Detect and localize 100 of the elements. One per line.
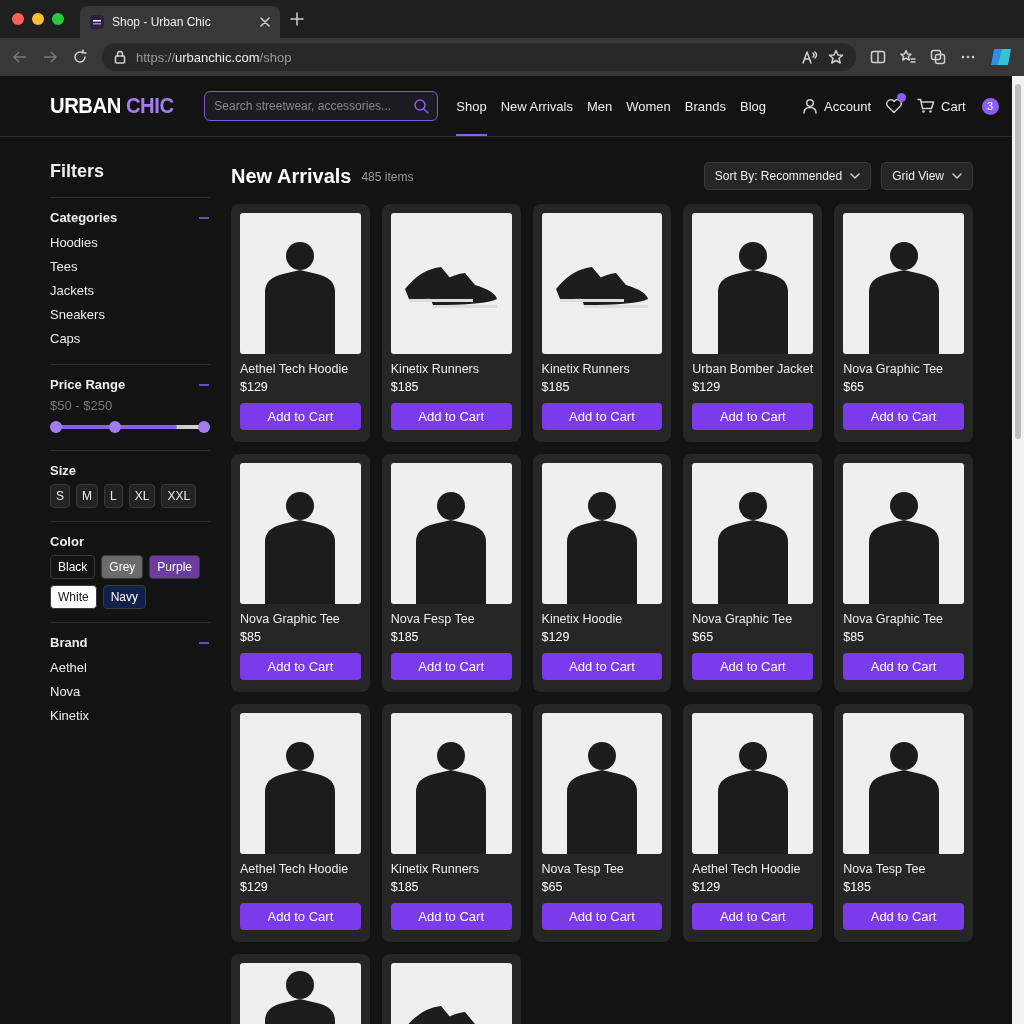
close-icon[interactable] [260,17,270,27]
nav-link[interactable]: New Arrivals [500,76,573,136]
add-to-cart-button[interactable]: Add to Cart [390,403,512,430]
filter-heading: Color [50,534,84,549]
heart-icon[interactable] [885,98,904,114]
add-to-cart-button[interactable]: Add to Cart [240,903,361,930]
filter-option[interactable]: Hoodies [50,231,210,255]
filter-heading: Brand [50,635,88,650]
product-price: $185 [390,880,420,894]
add-to-cart-button[interactable]: Add to Cart [541,403,663,430]
new-tab-icon[interactable] [290,12,304,26]
product-name: Kinetix Runners [541,362,631,376]
logo-text[interactable]: URBAN CHIC [50,93,174,119]
cart-link[interactable]: Cart [917,98,966,114]
color-option[interactable]: Purple [149,555,201,579]
search-field[interactable]: Search streetwear, accessories... [204,91,439,121]
filters-title: Filters [50,161,106,182]
price-slider-track[interactable] [50,421,210,433]
color-option[interactable]: Grey [101,555,144,579]
scrollbar[interactable] [1012,76,1024,1024]
color-option[interactable]: White [50,585,97,609]
product-price: $129 [541,630,571,644]
add-to-cart-button[interactable]: Add to Cart [843,903,964,930]
add-to-cart-button[interactable]: Add to Cart [541,653,663,680]
nav-link[interactable]: Women [626,76,671,136]
forward-icon[interactable] [42,49,58,65]
product-price: $129 [240,880,269,894]
filter-option[interactable]: Sneakers [50,303,210,327]
product-name: Nova Graphic Tee [240,612,341,626]
product-name: Kinetix Hoodie [541,612,624,626]
slider-handle[interactable] [50,421,62,433]
cart-icon [917,98,936,114]
favorite-star-icon[interactable] [828,49,844,65]
filter-option[interactable]: Aethel [50,656,210,680]
product-name: Nova Tesp Tee [541,862,625,876]
read-aloud-icon[interactable] [802,50,818,64]
color-option[interactable]: Black [50,555,96,579]
nav-link[interactable]: Blog [740,76,767,136]
close-window-icon[interactable] [12,13,24,25]
filter-heading: Price Range [50,377,126,392]
filter-option[interactable]: Jackets [50,279,210,303]
favicon-icon [90,15,104,29]
nav-link[interactable]: Men [586,76,613,136]
size-option[interactable]: XL [128,484,156,508]
lock-icon [114,50,126,64]
product-name: Kinetix Runners [390,362,480,376]
browser-tab[interactable]: Shop - Urban Chic [80,6,280,38]
add-to-cart-button[interactable]: Add to Cart [692,403,814,430]
product-price: $65 [541,880,564,894]
assistant-logo-icon[interactable] [990,46,1012,68]
color-option[interactable]: Navy [102,585,147,609]
product-price: $129 [240,380,269,394]
add-to-cart-button[interactable]: Add to Cart [390,653,512,680]
split-screen-icon[interactable] [870,49,886,65]
add-to-cart-button[interactable]: Add to Cart [843,403,964,430]
back-icon[interactable] [12,49,28,65]
sort-dropdown[interactable]: Sort By: Recommended [703,162,872,190]
item-count: 485 items [361,170,414,184]
add-to-cart-button[interactable]: Add to Cart [541,903,663,930]
product-name: Kinetix Runners [390,862,480,876]
add-to-cart-button[interactable]: Add to Cart [692,653,814,680]
minimize-window-icon[interactable] [32,13,44,25]
view-dropdown[interactable]: Grid View [881,162,973,190]
add-to-cart-button[interactable]: Add to Cart [843,653,964,680]
reload-icon[interactable] [72,49,88,65]
account-link[interactable]: Account [802,98,872,114]
filter-heading: Categories [50,210,118,225]
product-price: $129 [692,880,722,894]
add-to-cart-button[interactable]: Add to Cart [692,903,814,930]
notification-dot [897,93,907,102]
size-option[interactable]: L [104,484,123,508]
slider-handle[interactable] [109,421,122,433]
product-name: Aethel Tech Hoodie [240,362,350,376]
person-icon [802,98,819,114]
collections-icon[interactable] [930,49,946,65]
product-name: Nova Graphic Tee [692,612,794,626]
filter-option[interactable]: Kinetix [50,704,210,728]
size-option[interactable]: XXL [161,484,197,508]
price-range-text: $50 - $250 [50,398,114,413]
filter-option[interactable]: Caps [50,327,210,351]
search-icon[interactable] [413,98,430,114]
slider-handle[interactable] [198,421,210,433]
maximize-window-icon[interactable] [52,13,64,25]
product-name: Aethel Tech Hoodie [692,862,802,876]
product-price: $65 [843,380,866,394]
add-to-cart-button[interactable]: Add to Cart [240,403,361,430]
chevron-down-icon [952,173,962,179]
filter-option[interactable]: Nova [50,680,210,704]
product-price: $65 [692,630,715,644]
address-bar[interactable]: https://urbanchic.com/shop [102,43,856,71]
size-option[interactable]: S [50,484,70,508]
favorites-icon[interactable] [900,49,916,65]
filter-option[interactable]: Tees [50,255,210,279]
add-to-cart-button[interactable]: Add to Cart [240,653,361,680]
size-option[interactable]: M [76,484,98,508]
nav-link[interactable]: Shop [456,76,487,136]
product-price: $185 [843,880,873,894]
add-to-cart-button[interactable]: Add to Cart [390,903,512,930]
product-name: Nova Graphic Tee [843,362,945,376]
nav-link[interactable]: Brands [684,76,727,136]
